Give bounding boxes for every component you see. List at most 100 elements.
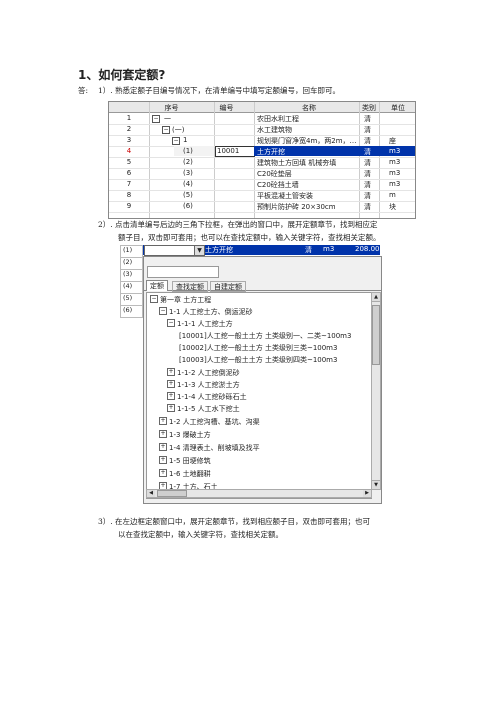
row-unit: m3 [389,147,401,155]
scroll-thumb[interactable] [372,305,380,365]
row-type: 清 [364,126,371,134]
row-number: 3 [126,136,132,144]
row-type: 清 [364,137,371,145]
expand-icon[interactable]: + [159,469,167,477]
tree-section[interactable]: 1-5 田埂修筑 [169,456,211,466]
row-seq: (2) [183,158,193,166]
tree-subsection[interactable]: 1-1-4 人工挖砂砾石土 [177,392,247,402]
row-seq[interactable]: (5) [120,294,143,306]
code-dropdown[interactable] [144,245,196,256]
col-unit: 单位 [391,104,405,112]
expand-icon[interactable]: + [167,392,175,400]
selected-type: 清 [305,246,312,254]
row-seq[interactable]: (6) [120,306,143,318]
row-number: 4 [126,147,132,155]
expand-icon[interactable]: + [167,368,175,376]
quota-tree: − 第一章 土方工程 − 1-1 人工挖土方、倒运泥砂 − 1-1-1 人工挖土… [146,292,372,499]
row-name: C20砼垫层 [257,170,292,178]
chevron-down-icon[interactable]: ▼ [194,245,205,256]
row-seq[interactable]: (2) [120,258,143,270]
row-seq: (4) [183,180,193,188]
tree-section[interactable]: 1-2 人工挖沟槽、基坑、沟渠 [169,417,260,427]
row-type: 清 [364,203,371,211]
answer-label: 答: [78,86,89,95]
vertical-scrollbar[interactable]: ▲ ▼ [371,292,381,490]
tab-quota[interactable]: 定额 [146,280,168,291]
row-seq: (6) [183,202,193,210]
step-1: 1）. 熟悉定额子目编号情况下，在清单编号中填写定额编号，回车即可。 [98,86,341,95]
tree-section[interactable]: 1-6 土地翻耕 [169,469,211,479]
scroll-right-icon[interactable]: ▶ [363,490,371,497]
row-seq: (一) [172,126,185,134]
tree-section[interactable]: 1-3 爆破土方 [169,430,211,440]
expand-icon[interactable]: + [159,456,167,464]
quota-popup: 定额 查找定额 自建定额 − 第一章 土方工程 − 1-1 人工挖土方、倒运泥砂… [143,256,382,504]
expand-icon[interactable]: + [159,443,167,451]
table-row[interactable]: 9 (6) 预制片防护砖 20×30cm 清 块 [109,201,415,213]
tab-custom-quota[interactable]: 自建定额 [210,281,246,292]
tree-quota-item[interactable]: [10002]人工挖一般土土方 土类级别三类~100m3 [179,343,337,353]
collapse-icon[interactable]: − [159,307,167,315]
row-number: 6 [126,169,132,177]
expand-icon[interactable]: + [167,404,175,412]
step-3-line-2: 以在查找定额中，输入关键字符，查找相关定额。 [118,530,283,539]
tree-subsection[interactable]: 1-1-3 人工挖淤土方 [177,380,240,390]
row-name: 平板混凝土管安装 [257,192,313,200]
row-name: C20砼挡土墙 [257,181,299,189]
expand-icon[interactable]: + [167,380,175,388]
row-unit: m3 [389,158,401,166]
row-number: 9 [126,202,132,210]
row-type: 清 [364,181,371,189]
row-number: 8 [126,191,132,199]
tree-section[interactable]: 1-4 清理表土、削坡填及找平 [169,443,260,453]
expand-icon[interactable]: + [159,430,167,438]
scroll-thumb-h[interactable] [157,490,187,497]
selected-unit: m3 [323,245,335,253]
table-header: 序号 编号 名称 类别 单位 [109,102,415,113]
tab-find-quota[interactable]: 查找定额 [172,281,208,292]
tree-quota-item[interactable]: [10001]人工挖一般土土方 土类级别一、二类~100m3 [179,331,351,341]
tree-subsection[interactable]: 1-1-5 人工水下挖土 [177,404,240,414]
tree-chapter[interactable]: 第一章 土方工程 [160,295,211,305]
row-seq-column: (1) (2) (3) (4) (5) (6) [120,245,143,318]
row-number: 2 [126,125,132,133]
row-seq[interactable]: (4) [120,282,143,294]
row-number: 5 [126,158,132,166]
row-type: 清 [364,148,371,156]
row-name: 水工建筑物 [257,126,292,134]
step-3-line-1: 3）. 在左边框定额窗口中，展开定额章节，找到相应额子目，双击即可套用；也可 [98,517,371,526]
col-type: 类别 [362,104,376,112]
row-type: 清 [364,170,371,178]
row-seq[interactable]: (3) [120,270,143,282]
row-seq: (3) [183,169,193,177]
row-seq-selected[interactable]: (1) [120,245,143,258]
row-name: 规划渠门窗净宽4m，两2m，… [257,137,357,145]
col-name: 名称 [302,104,316,112]
row-seq: 一 [164,115,171,123]
col-code: 编号 [219,104,234,112]
expand-icon[interactable]: + [159,417,167,425]
tree-subsection[interactable]: 1-1-1 人工挖土方 [177,319,233,329]
row-unit: 块 [389,203,396,211]
row-seq: (1) [183,147,193,155]
row-name: 农田水利工程 [257,115,299,123]
code-input[interactable]: 10001 [217,147,239,155]
collapse-icon[interactable]: − [167,319,175,327]
row-name: 预制片防护砖 20×30cm [257,203,336,211]
step-2-line-1: 2）. 点击清单编号后边的三角下拉框，在弹出的窗口中，展开定额章节，找到相应定 [98,220,378,229]
page-title: 1、如何套定额? [78,68,166,82]
scroll-down-icon[interactable]: ▼ [372,480,380,489]
row-name: 土方开挖 [257,148,285,156]
scroll-up-icon[interactable]: ▲ [372,293,380,302]
tree-subsection[interactable]: 1-1-2 人工挖倒泥砂 [177,368,240,378]
collapse-icon[interactable]: − [150,295,158,303]
row-type: 清 [364,115,371,123]
horizontal-scrollbar[interactable]: ◀ ▶ [146,489,372,498]
row-type: 清 [364,192,371,200]
quota-search-input[interactable] [147,266,219,278]
row-type: 清 [364,159,371,167]
tree-section[interactable]: 1-1 人工挖土方、倒运泥砂 [169,307,253,317]
scroll-left-icon[interactable]: ◀ [147,490,155,497]
row-unit: m3 [389,169,401,177]
tree-quota-item[interactable]: [10003]人工挖一般土土方 土类级别四类~100m3 [179,355,337,365]
